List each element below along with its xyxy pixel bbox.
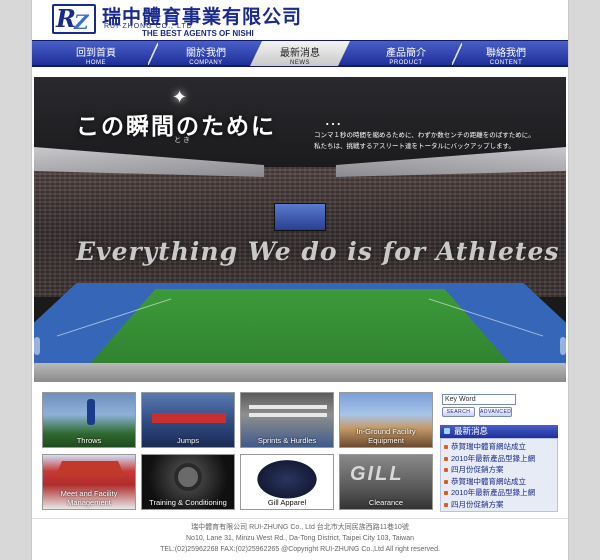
news-item[interactable]: 恭賀瑞中體育網站成立 bbox=[441, 441, 557, 453]
nav-item-news[interactable]: 最新消息 NEWS bbox=[250, 41, 350, 66]
news-item[interactable]: 四月份促銷方案 bbox=[441, 499, 557, 511]
sidebar: Key Word SEARCH ADVANCED 最新消息 恭賀瑞中體育網站成立… bbox=[440, 392, 560, 514]
tile-label: In-Ground Facility Equipment bbox=[356, 427, 416, 445]
nav-item-company[interactable]: 關於我們 COMPANY bbox=[158, 41, 254, 66]
hero-subtext-line: コンマ１秒の時間を縮めるために、わずか数センチの距離をのばすために。 bbox=[314, 131, 535, 139]
nav-item-sublabel: COMPANY bbox=[189, 60, 223, 66]
keyword-search-input[interactable]: Key Word bbox=[442, 394, 516, 405]
tile-label: Clearance bbox=[368, 498, 404, 507]
footer-contact-line: TEL:(02)25962268 FAX:(02)25962265 @Copyr… bbox=[160, 546, 440, 553]
nav-item-product[interactable]: 產品簡介 PRODUCT bbox=[358, 41, 454, 66]
tile-label: Meet and Facility Management bbox=[60, 489, 118, 507]
tile-label: Sprints & Hurdles bbox=[257, 436, 317, 445]
gill-logo: GILL bbox=[350, 463, 404, 485]
athlete-figure bbox=[87, 399, 95, 425]
tile-sprints-hurdles[interactable]: Sprints & Hurdles bbox=[240, 392, 334, 448]
nav-item-contact[interactable]: 聯絡我們 CONTENT bbox=[458, 41, 554, 66]
footer-address-line: No10, Lane 31, Minzu West Rd., Da-Tong D… bbox=[186, 535, 414, 542]
hero-prev-arrow[interactable] bbox=[34, 337, 40, 355]
tile-training-conditioning[interactable]: Training & Conditioning bbox=[141, 454, 235, 510]
tile-throws[interactable]: Throws bbox=[42, 392, 136, 448]
tile-jumps[interactable]: Jumps bbox=[141, 392, 235, 448]
nav-item-label: 最新消息 bbox=[280, 48, 320, 59]
news-item[interactable]: 四月份促銷方案 bbox=[441, 464, 557, 476]
news-heading: 最新消息 bbox=[440, 425, 558, 438]
news-item[interactable]: 2010年最新產品型錄上網 bbox=[441, 487, 557, 499]
tile-label: Throws bbox=[76, 436, 102, 445]
tile-in-ground-equipment[interactable]: In-Ground Facility Equipment bbox=[339, 392, 433, 448]
search-button[interactable]: SEARCH bbox=[442, 407, 475, 417]
news-item[interactable]: 2010年最新產品型錄上網 bbox=[441, 453, 557, 465]
tile-gill-apparel[interactable]: Gill Apparel bbox=[240, 454, 334, 510]
company-logo[interactable]: R Z bbox=[52, 4, 96, 34]
sparkle-icon: ✦ bbox=[172, 87, 188, 107]
canopy-tent bbox=[55, 461, 125, 477]
news-list: 恭賀瑞中體育網站成立 2010年最新產品型錄上網 四月份促銷方案 恭賀瑞中體育網… bbox=[440, 438, 558, 512]
hero-next-arrow[interactable] bbox=[560, 337, 566, 355]
page: R Z 瑞中體育事業有限公司 RUI-ZHONG CO., LTD THE BE… bbox=[32, 0, 568, 560]
logo-letter-r: R bbox=[56, 4, 76, 33]
hero-ruby: と き bbox=[174, 137, 190, 144]
hero-banner[interactable]: ✦ この瞬間のために … と き コンマ１秒の時間を縮めるために、わずか数センチ… bbox=[34, 77, 566, 382]
hero-subtext-line: 私たちは、挑戦するアスリート達をトータルにバックアップします。 bbox=[314, 142, 515, 150]
weight-plate bbox=[174, 463, 202, 491]
nav-item-label: 聯絡我們 bbox=[486, 48, 526, 59]
tile-meet-facility[interactable]: Meet and Facility Management bbox=[42, 454, 136, 510]
logo-letter-z: Z bbox=[74, 10, 89, 34]
nav-item-label: 回到首頁 bbox=[76, 48, 116, 59]
nav-separator bbox=[148, 43, 158, 65]
company-tagline: THE BEST AGENTS OF NISHI bbox=[142, 29, 254, 38]
tile-clearance[interactable]: GILL Clearance bbox=[339, 454, 433, 510]
nav-item-sublabel: NEWS bbox=[290, 60, 310, 66]
hero-tagline: Everything We do is for Athletes bbox=[76, 237, 560, 266]
main-nav: 回到首頁 HOME 關於我們 COMPANY 最新消息 NEWS 產品簡介 PR… bbox=[32, 40, 568, 67]
site-header: R Z 瑞中體育事業有限公司 RUI-ZHONG CO., LTD THE BE… bbox=[32, 0, 568, 40]
hero-crowd bbox=[34, 167, 566, 297]
nav-item-label: 關於我們 bbox=[186, 48, 226, 59]
hurdle-bars bbox=[249, 405, 327, 409]
high-jump-mat bbox=[152, 413, 226, 423]
hero-floor bbox=[34, 363, 566, 382]
tile-label: Jumps bbox=[176, 436, 200, 445]
tile-label: Gill Apparel bbox=[267, 498, 307, 507]
category-grid: Throws Jumps Sprints & Hurdles In-Ground… bbox=[40, 392, 436, 512]
nav-item-sublabel: HOME bbox=[86, 60, 106, 66]
hero-subtext: コンマ１秒の時間を縮めるために、わずか数センチの距離をのばすために。 私たちは、… bbox=[314, 130, 564, 152]
footer-company-line: 瑞中體育有限公司 RUI-ZHUNG Co., Ltd 台北市大同民族西路11巷… bbox=[191, 524, 409, 531]
nav-item-home[interactable]: 回到首頁 HOME bbox=[48, 41, 144, 66]
site-footer: 瑞中體育有限公司 RUI-ZHUNG Co., Ltd 台北市大同民族西路11巷… bbox=[32, 518, 568, 560]
stadium-screen bbox=[274, 203, 326, 231]
hero-headline-dots: … bbox=[324, 109, 345, 129]
news-item[interactable]: 恭賀瑞中體育網站成立 bbox=[441, 476, 557, 488]
nav-item-sublabel: CONTENT bbox=[489, 60, 523, 66]
nav-item-sublabel: PRODUCT bbox=[389, 60, 423, 66]
tile-label: Training & Conditioning bbox=[149, 498, 227, 507]
nav-item-label: 產品簡介 bbox=[386, 48, 426, 59]
advanced-search-button[interactable]: ADVANCED bbox=[479, 407, 512, 417]
